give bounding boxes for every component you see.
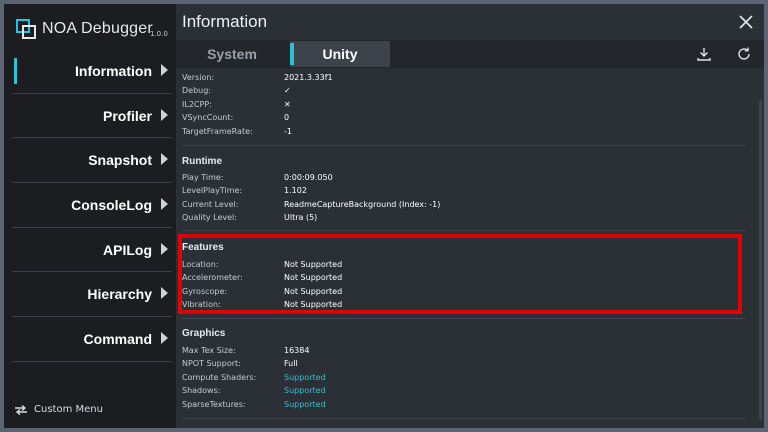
swap-arrows-icon [15, 404, 27, 415]
divider [182, 145, 746, 146]
tab-unity[interactable]: Unity [290, 41, 390, 67]
section-title-runtime: Runtime [182, 156, 222, 167]
custom-menu-label: Custom Menu [34, 404, 103, 415]
sidebar-item-command[interactable]: Command [12, 317, 172, 362]
status-badge: Supported [284, 400, 326, 409]
main-panel: Information System Unity Version: 2021.3… [176, 4, 764, 428]
chevron-right-icon [161, 242, 168, 255]
sidebar-item-snapshot[interactable]: Snapshot [12, 138, 172, 184]
chevron-right-icon [161, 197, 168, 210]
sidebar-item-hierarchy[interactable]: Hierarchy [12, 272, 172, 318]
chevron-right-icon [161, 331, 168, 344]
sidebar-item-consolelog[interactable]: ConsoleLog [12, 183, 172, 228]
sidebar-item-label: APILog [103, 241, 152, 258]
app-window: NOA Debugger 1.0.0 Information Profiler … [4, 4, 764, 428]
page-title: Information [182, 12, 268, 31]
sidebar-item-label: Hierarchy [87, 286, 152, 303]
sidebar-item-label: Information [75, 62, 152, 79]
sidebar-item-label: ConsoleLog [71, 196, 152, 213]
sidebar-item-information[interactable]: Information [12, 49, 172, 94]
sidebar: NOA Debugger 1.0.0 Information Profiler … [4, 4, 176, 428]
chevron-right-icon [161, 63, 168, 76]
status-badge: Supported [284, 373, 326, 382]
logo: NOA Debugger [16, 16, 153, 42]
active-tab-indicator [290, 43, 294, 65]
info-content[interactable]: Version: 2021.3.33f1 Debug: ✓ IL2CPP: ✕ … [176, 70, 764, 428]
divider [182, 318, 746, 319]
check-icon: ✓ [284, 86, 291, 95]
refresh-icon[interactable] [736, 46, 752, 62]
status-badge: Supported [284, 386, 326, 395]
scrollbar[interactable] [759, 100, 762, 420]
close-icon[interactable] [738, 14, 754, 30]
tab-label: Unity [322, 46, 358, 62]
app-name: NOA Debugger [42, 20, 153, 37]
app-version: 1.0.0 [150, 30, 168, 38]
divider [182, 230, 746, 231]
tab-system[interactable]: System [176, 41, 288, 67]
sidebar-item-profiler[interactable]: Profiler [12, 94, 172, 139]
sidebar-item-label: Profiler [102, 107, 152, 124]
custom-menu-button[interactable]: Custom Menu [14, 404, 103, 415]
sidebar-item-label: Snapshot [88, 152, 152, 169]
active-indicator [14, 58, 17, 84]
chevron-right-icon [161, 287, 168, 300]
noa-logo-icon [16, 19, 36, 39]
cross-icon: ✕ [284, 100, 291, 109]
chevron-right-icon [161, 108, 168, 121]
section-title-graphics: Graphics [182, 328, 226, 339]
sidebar-nav: Information Profiler Snapshot ConsoleLog… [12, 49, 172, 362]
tab-bar: System Unity [176, 40, 764, 68]
divider [182, 418, 746, 419]
features-highlight-box [178, 234, 742, 314]
sidebar-item-apilog[interactable]: APILog [12, 228, 172, 273]
tab-label: System [207, 46, 257, 62]
download-icon[interactable] [696, 46, 712, 62]
chevron-right-icon [161, 153, 168, 166]
sidebar-item-label: Command [83, 330, 152, 347]
